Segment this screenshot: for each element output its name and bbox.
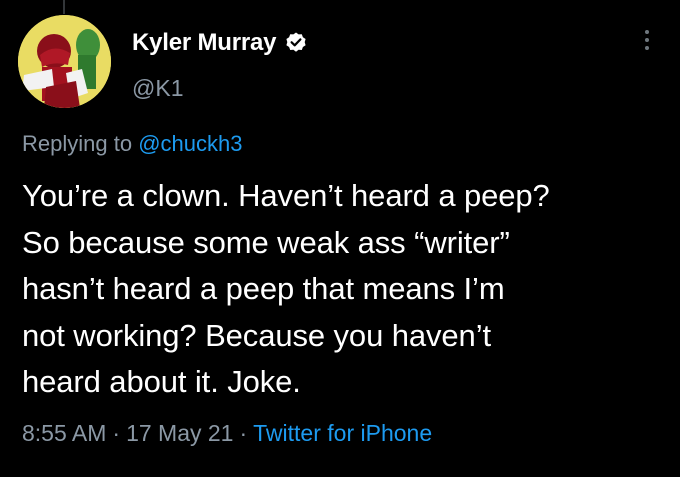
tweet-text-line: hasn’t heard a peep that means I’m [22, 271, 505, 306]
reply-mention-link[interactable]: @chuckh3 [138, 131, 242, 156]
verified-badge-icon [284, 31, 308, 55]
author-name-row[interactable]: Kyler Murray [132, 29, 308, 57]
replying-to-label: Replying to [22, 131, 133, 156]
thread-connector-line [63, 0, 65, 14]
tweet-text-line: You’re a clown. Haven’t heard a peep? [22, 178, 550, 213]
author-display-name[interactable]: Kyler Murray [132, 29, 277, 57]
tweet-time[interactable]: 8:55 AM [22, 420, 106, 446]
tweet-text: You’re a clown. Haven’t heard a peep? So… [22, 173, 672, 406]
meta-separator: · [112, 420, 121, 446]
tweet-text-line: So because some weak ass “writer” [22, 224, 510, 260]
tweet-source-link[interactable]: Twitter for iPhone [253, 420, 432, 446]
tweet-meta: 8:55 AM · 17 May 21 · Twitter for iPhone [22, 420, 432, 447]
tweet-date[interactable]: 17 May 21 [126, 420, 233, 446]
tweet-text-line: not working? Because you haven’t [22, 317, 491, 353]
avatar[interactable] [18, 15, 111, 108]
avatar-image [18, 15, 111, 108]
author-handle[interactable]: @K1 [132, 75, 183, 102]
replying-to: Replying to @chuckh3 [22, 131, 242, 157]
more-options-icon[interactable] [637, 30, 657, 60]
tweet-text-line: heard about it. Joke. [22, 364, 301, 399]
meta-separator: · [239, 420, 248, 446]
